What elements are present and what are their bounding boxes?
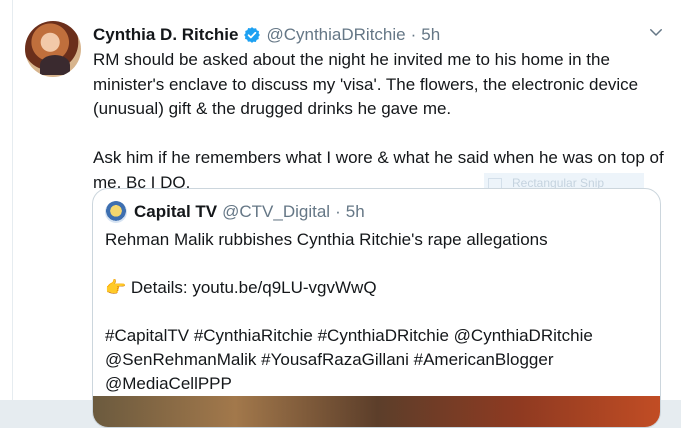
tweet-header: Cynthia D. Ritchie @CynthiaDRitchie · 5h (93, 23, 440, 47)
avatar[interactable] (25, 21, 81, 77)
display-name[interactable]: Cynthia D. Ritchie (93, 25, 238, 45)
media-preview[interactable] (93, 396, 660, 427)
hashtags-line-2[interactable]: @SenRehmanMalik #YousafRazaGillani #Amer… (105, 348, 645, 372)
quoted-headline: Rehman Malik rubbishes Cynthia Ritchie's… (105, 230, 548, 249)
tweet-card[interactable]: Cynthia D. Ritchie @CynthiaDRitchie · 5h… (0, 0, 681, 428)
details-link[interactable]: Details: youtu.be/q9LU-vgvWwQ (131, 278, 377, 297)
thread-divider (12, 0, 13, 400)
pointing-hand-icon: 👉 (105, 278, 127, 297)
quoted-user-handle[interactable]: @CTV_Digital (222, 202, 330, 222)
chevron-down-icon[interactable] (647, 23, 665, 41)
user-handle[interactable]: @CynthiaDRitchie (266, 25, 405, 45)
details-line: 👉 Details: youtu.be/q9LU-vgvWwQ (105, 276, 645, 300)
quoted-separator-dot: · (335, 202, 341, 221)
hashtags-line-3[interactable]: @MediaCellPPP (105, 372, 645, 396)
hashtags-line-1[interactable]: #CapitalTV #CynthiaRitchie #CynthiaDRitc… (105, 324, 645, 348)
quoted-display-name[interactable]: Capital TV (134, 202, 217, 222)
quoted-tweet-header: Capital TV @CTV_Digital · 5h (105, 200, 365, 224)
separator-dot: · (410, 25, 417, 44)
timestamp[interactable]: 5h (421, 25, 440, 45)
quoted-tweet[interactable]: Capital TV @CTV_Digital · 5h Rehman Mali… (92, 188, 661, 428)
quoted-avatar (105, 201, 127, 223)
verified-badge-icon (244, 27, 261, 43)
quoted-tweet-text: Rehman Malik rubbishes Cynthia Ritchie's… (105, 228, 645, 396)
quoted-timestamp[interactable]: 5h (346, 202, 365, 222)
